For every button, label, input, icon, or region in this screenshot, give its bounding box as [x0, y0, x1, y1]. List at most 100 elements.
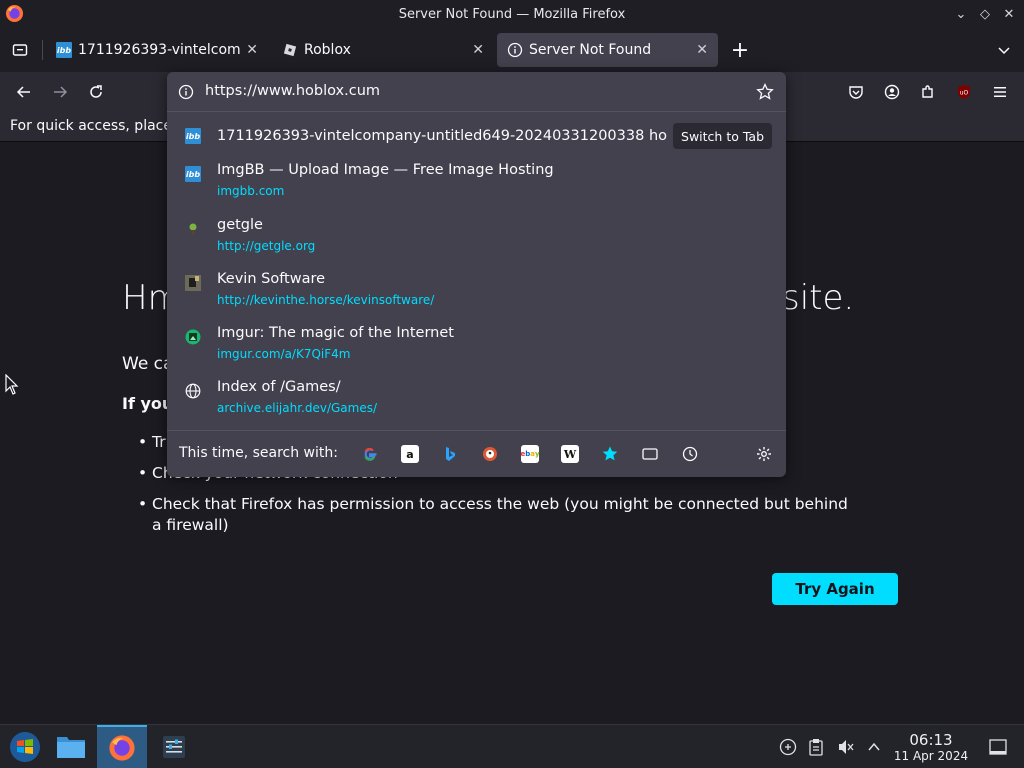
url-input-row: https://www.hoblox.cum: [167, 72, 786, 112]
taskbar-file-manager[interactable]: [46, 725, 96, 768]
imgur-icon: [185, 329, 201, 345]
bing-search-icon[interactable]: [441, 445, 459, 463]
search-with-label: This time, search with:: [179, 445, 338, 461]
app-menu-button[interactable]: [988, 80, 1012, 104]
error-intro-text: We ca: [122, 354, 174, 374]
tabs-search-icon[interactable]: [641, 445, 659, 463]
google-search-icon[interactable]: [361, 445, 379, 463]
firefox-view-button[interactable]: [8, 38, 32, 62]
switch-to-tab-button[interactable]: Switch to Tab: [673, 123, 772, 149]
amazon-search-icon[interactable]: a: [401, 445, 419, 463]
clock-time: 06:13: [909, 731, 953, 749]
error-title-end: site.: [782, 278, 855, 318]
tab-label: Server Not Found: [529, 42, 652, 58]
forward-button[interactable]: [48, 80, 72, 104]
svg-text:uO: uO: [960, 90, 969, 97]
minimize-button[interactable]: ⌄: [952, 5, 970, 23]
result-title: getgle: [217, 217, 263, 233]
urlbar-result[interactable]: ibb ImgBB — Upload Image — Free Image Ho…: [167, 158, 786, 210]
result-title: ImgBB — Upload Image — Free Image Hostin…: [217, 162, 554, 178]
chevron-down-icon: [998, 47, 1010, 55]
back-button[interactable]: [12, 80, 36, 104]
show-desktop-button[interactable]: [988, 737, 1008, 757]
result-title: 1711926393-vintelcompany-untitled649-202…: [217, 128, 667, 144]
clock[interactable]: 06:13 11 Apr 2024: [890, 731, 972, 764]
close-tab-icon[interactable]: ✕: [246, 42, 258, 58]
one-off-search-row: This time, search with: a ebay W: [167, 430, 786, 477]
account-icon: [884, 84, 900, 100]
bookmarks-search-icon[interactable]: [601, 445, 619, 463]
window-title: Server Not Found — Mozilla Firefox: [398, 6, 626, 22]
start-menu-button[interactable]: [0, 725, 50, 768]
taskbar: 06:13 11 Apr 2024: [0, 724, 1024, 768]
close-tab-icon[interactable]: ✕: [696, 42, 708, 58]
list-all-tabs-button[interactable]: [992, 38, 1016, 62]
result-url: http://getgle.org: [217, 239, 316, 253]
ebay-search-icon[interactable]: ebay: [520, 445, 540, 463]
pocket-icon: [849, 86, 863, 99]
windows-start-icon: [10, 732, 40, 762]
tray-expand-chevron-up-icon[interactable]: [864, 737, 884, 757]
history-search-icon[interactable]: [681, 445, 699, 463]
urlbar-result[interactable]: Imgur: The magic of the Internet imgur.c…: [167, 321, 786, 373]
extensions-button[interactable]: [916, 80, 940, 104]
result-url: archive.elijahr.dev/Games/: [217, 401, 378, 415]
imgbb-icon: ibb: [185, 166, 201, 182]
try-again-button[interactable]: Try Again: [772, 573, 898, 605]
result-title: Index of /Games/: [217, 379, 341, 395]
roblox-icon: [282, 42, 298, 58]
pocket-button[interactable]: [844, 80, 868, 104]
result-title: Imgur: The magic of the Internet: [217, 325, 454, 341]
show-desktop-icon: [989, 739, 1007, 755]
tab-strip: ibb 1711926393-vintelcompany-untitled649…: [0, 28, 1024, 72]
bookmark-star-icon[interactable]: [756, 83, 774, 101]
title-bar: Server Not Found — Mozilla Firefox ⌄ ◇ ✕: [0, 0, 1024, 28]
close-tab-icon[interactable]: ✕: [472, 42, 484, 58]
sliders-icon: [163, 736, 185, 758]
globe-icon: [185, 383, 201, 399]
result-url: imgur.com/a/K7QiF4m: [217, 347, 351, 361]
url-input[interactable]: https://www.hoblox.cum: [205, 83, 380, 99]
firefox-logo-icon: [109, 735, 135, 761]
urlbar-result[interactable]: getgle http://getgle.org: [167, 213, 786, 265]
folder-icon: [57, 737, 85, 758]
tab-server-not-found[interactable]: Server Not Found ✕: [497, 33, 718, 67]
network-tray-icon[interactable]: [778, 737, 798, 757]
firefox-view-icon: [12, 44, 28, 56]
error-suggestion-heading: If you: [122, 394, 174, 413]
forward-arrow-icon: [54, 86, 68, 98]
bookmarks-hint-text: For quick access, place: [10, 118, 172, 134]
search-settings-gear-icon[interactable]: [755, 445, 773, 463]
urlbar-dropdown: https://www.hoblox.cum ibb 1711926393-vi…: [167, 72, 786, 477]
site-info-icon[interactable]: [178, 84, 194, 100]
imgbb-icon: ibb: [56, 42, 72, 58]
clipboard-tray-icon[interactable]: [806, 737, 826, 757]
hamburger-menu-icon: [994, 87, 1006, 97]
new-tab-button[interactable]: +: [728, 38, 752, 63]
reload-button[interactable]: [84, 80, 108, 104]
maximize-button[interactable]: ◇: [976, 5, 994, 23]
wikipedia-search-icon[interactable]: W: [561, 445, 579, 463]
result-url: imgbb.com: [217, 184, 285, 198]
tab-roblox[interactable]: Roblox ✕: [272, 33, 494, 67]
tab-separator: [42, 40, 43, 60]
back-arrow-icon: [16, 86, 30, 98]
clock-date: 11 Apr 2024: [893, 749, 969, 763]
imgbb-icon: ibb: [185, 128, 201, 144]
tab-label: 1711926393-vintelcompany-untitled649: [78, 42, 241, 58]
taskbar-firefox[interactable]: [97, 725, 147, 768]
urlbar-result[interactable]: Index of /Games/ archive.elijahr.dev/Gam…: [167, 375, 786, 427]
duckduckgo-search-icon[interactable]: [481, 445, 499, 463]
kevin-icon: [185, 275, 201, 291]
getgle-icon: [185, 221, 201, 237]
account-button[interactable]: [880, 80, 904, 104]
urlbar-result[interactable]: Kevin Software http://kevinthe.horse/kev…: [167, 267, 786, 319]
volume-muted-tray-icon[interactable]: [836, 737, 856, 757]
tab-imgbb[interactable]: ibb 1711926393-vintelcompany-untitled649…: [46, 33, 268, 67]
taskbar-settings-app[interactable]: [149, 725, 199, 768]
close-window-button[interactable]: ✕: [1000, 5, 1018, 23]
ublock-button[interactable]: uO: [952, 80, 976, 104]
ublock-origin-icon: uO: [958, 85, 970, 99]
error-tip: Check that Firefox has permission to acc…: [138, 494, 858, 536]
firefox-logo-icon: [5, 4, 24, 23]
